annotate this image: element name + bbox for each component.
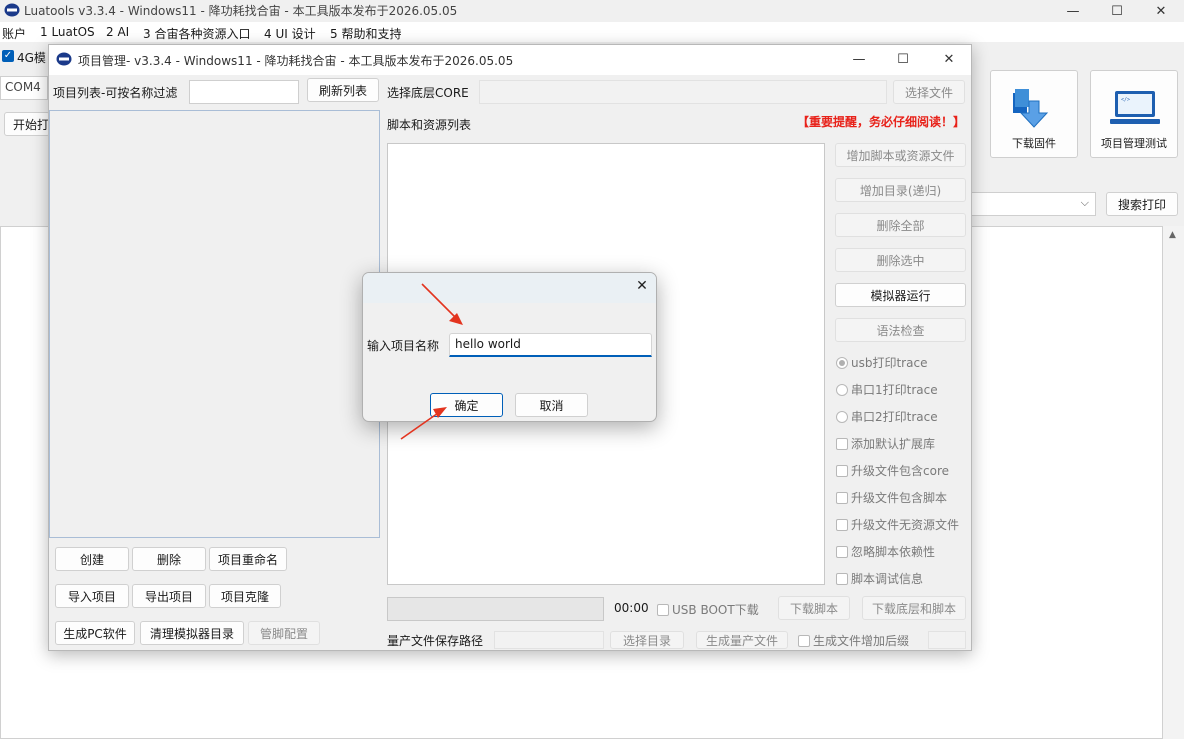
arrow-to-ok [400,407,447,440]
arrow-to-input [421,283,463,325]
annotation-arrows [400,283,463,440]
